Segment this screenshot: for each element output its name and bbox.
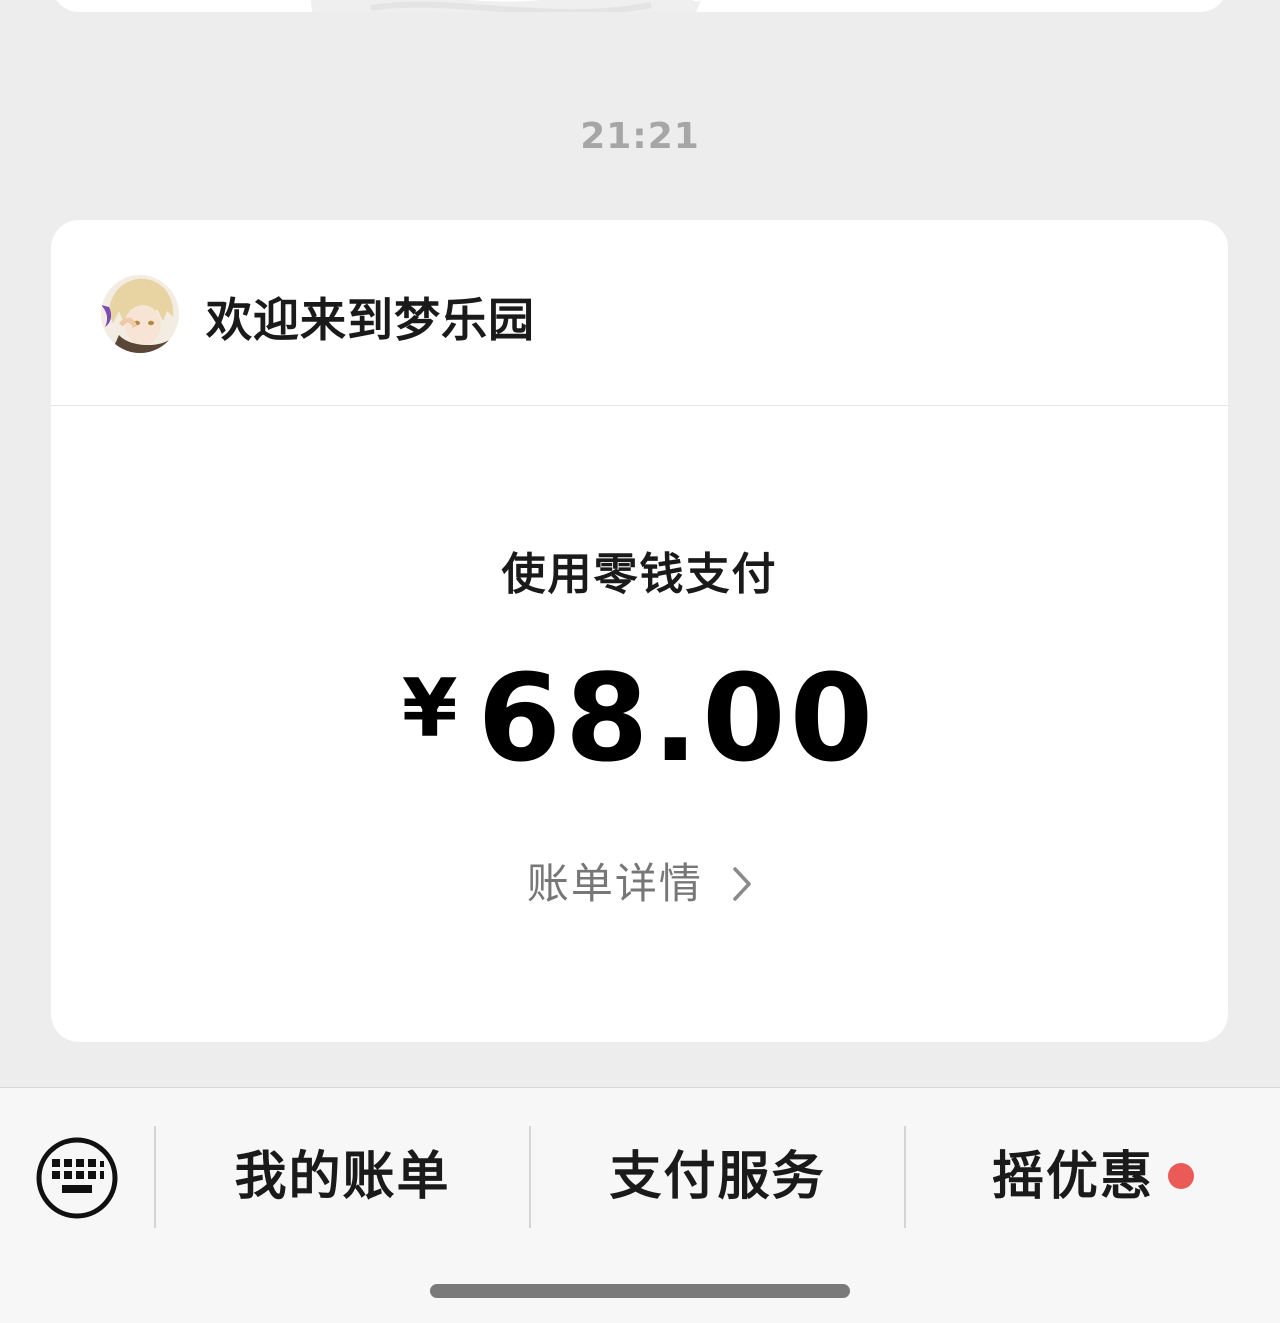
amount-row: ¥68.00 (51, 650, 1228, 790)
bottom-menu-bar: 我的账单 支付服务 摇优惠 (0, 1087, 1280, 1323)
payment-method-label: 使用零钱支付 (501, 549, 778, 600)
chevron-right-icon (733, 866, 751, 901)
notification-badge-dot (1168, 1163, 1194, 1189)
bill-detail-label: 账单详情 (526, 859, 703, 908)
menu-shake-discount[interactable]: 摇优惠 (906, 1126, 1280, 1228)
keyboard-icon (36, 1137, 118, 1219)
anime-avatar-icon (101, 275, 179, 353)
menu-payment-services[interactable]: 支付服务 (531, 1126, 904, 1228)
brush-stroke-image (311, 0, 701, 12)
bill-detail-link[interactable]: 账单详情 (51, 850, 1228, 911)
merchant-name: 欢迎来到梦乐园 (206, 293, 535, 347)
payment-amount: 68.00 (477, 650, 878, 789)
menu-payment-services-label: 支付服务 (609, 1147, 826, 1207)
menu-shake-discount-label: 摇优惠 (991, 1147, 1154, 1207)
previous-message-card[interactable] (51, 0, 1228, 12)
home-indicator[interactable] (430, 1284, 850, 1298)
keyboard-toggle-button[interactable] (35, 1136, 119, 1220)
merchant-avatar[interactable] (101, 275, 179, 353)
card-header[interactable]: 欢迎来到梦乐园 (51, 220, 1228, 406)
currency-symbol: ¥ (401, 662, 458, 755)
menu-my-bills[interactable]: 我的账单 (156, 1126, 529, 1228)
menu-my-bills-label: 我的账单 (234, 1147, 451, 1207)
message-timestamp: 21:21 (580, 116, 700, 157)
payment-card[interactable]: 欢迎来到梦乐园 使用零钱支付 ¥68.00 账单详情 (51, 220, 1228, 1042)
